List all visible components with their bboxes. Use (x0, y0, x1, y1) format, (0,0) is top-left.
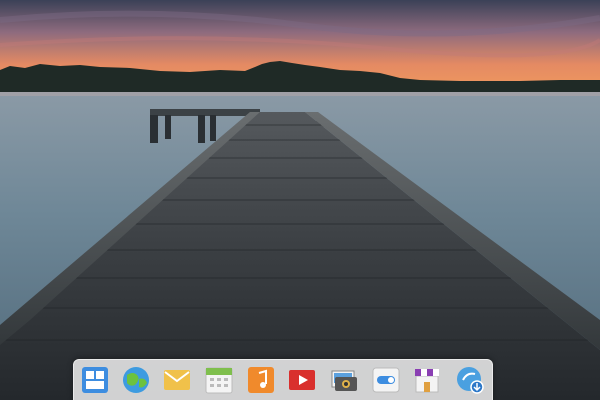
photos-icon[interactable]: Photos (329, 365, 359, 395)
videos-icon[interactable]: Videos (287, 365, 317, 395)
desktop-wallpaper (0, 0, 600, 400)
settings-toggle-icon[interactable]: System Settings (371, 365, 401, 395)
music-icon[interactable]: Music (246, 365, 276, 395)
desktop: Multitasking View Web Browser Mail Calen… (0, 0, 600, 400)
calendar-icon[interactable]: Calendar (204, 365, 234, 395)
mail-icon[interactable]: Mail (162, 365, 192, 395)
software-update-icon[interactable]: Updates (455, 365, 485, 395)
appcenter-store-icon[interactable]: AppCenter (412, 365, 442, 395)
web-browser-icon[interactable]: Web Browser (121, 365, 151, 395)
multitasking-view-icon[interactable]: Multitasking View (80, 365, 110, 395)
